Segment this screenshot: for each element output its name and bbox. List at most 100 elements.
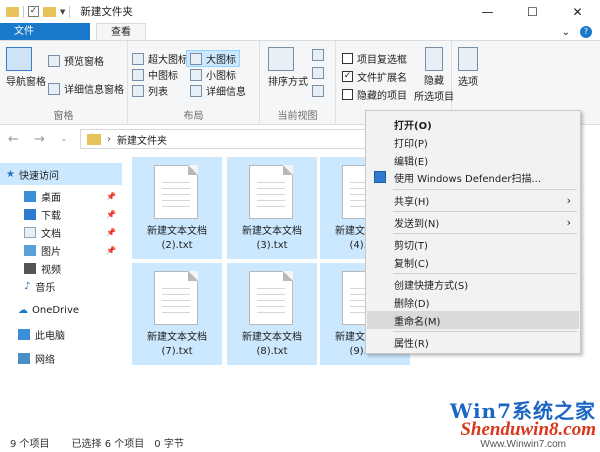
details-icon — [190, 84, 202, 97]
checkbox-unchecked-icon — [342, 89, 353, 100]
recent-locations-icon[interactable]: ⌄ — [60, 134, 78, 144]
preview-pane-icon — [48, 54, 60, 67]
nav-pane-label: 导航窗格 — [6, 77, 46, 88]
medium-icons-icon — [132, 68, 144, 81]
hidden-items-toggle[interactable]: 隐藏的项目 — [342, 87, 407, 102]
pane-group: 导航窗格 预览窗格 详细信息窗格 窗格 — [0, 41, 128, 125]
sidebar-item-this-pc[interactable]: 此电脑 — [0, 323, 122, 345]
sidebar-item-label: 此电脑 — [35, 330, 65, 342]
layout-group-label: 布局 — [183, 111, 204, 122]
sidebar-item-label: 视频 — [41, 264, 61, 276]
options-button[interactable]: 选项 — [458, 47, 478, 88]
medium-icons-label: 中图标 — [148, 71, 178, 82]
small-icons-button[interactable]: 小图标 — [190, 67, 236, 82]
sidebar-item-network[interactable]: 网络 — [0, 347, 122, 369]
details-button[interactable]: 详细信息 — [190, 83, 246, 98]
options-label: 选项 — [458, 77, 478, 88]
size-columns-button[interactable] — [312, 85, 324, 97]
add-columns-icon — [312, 67, 324, 79]
hide-selected-button[interactable]: 隐藏 所选项目 — [414, 47, 454, 103]
menu-item-copy[interactable]: 复制(C) — [367, 253, 579, 271]
forward-arrow-icon[interactable]: → — [34, 132, 52, 147]
details-pane-button[interactable]: 详细信息窗格 — [48, 81, 124, 96]
menu-item-send-to[interactable]: 发送到(N) › — [367, 213, 579, 231]
minimize-button[interactable]: — — [465, 0, 510, 23]
list-icon — [132, 84, 144, 97]
menu-item-delete[interactable]: 删除(D) — [367, 293, 579, 311]
desktop-icon — [24, 190, 36, 202]
group-by-button[interactable] — [312, 49, 324, 61]
ribbon-tabs: 文件 主页 共享 查看 ⌄ ? — [0, 23, 600, 125]
item-count: 9 个项目 — [10, 438, 50, 450]
xlarge-icons-label: 超大图标 — [148, 55, 188, 66]
large-icons-button[interactable]: 大图标 — [186, 50, 240, 67]
sort-by-button[interactable]: 排序方式 — [268, 47, 308, 88]
file-item[interactable]: 新建文本文档 (8).txt — [227, 263, 317, 365]
menu-item-open[interactable]: 打开(O) — [367, 115, 579, 133]
menu-item-rename[interactable]: 重命名(M) — [367, 311, 579, 329]
videos-icon — [24, 262, 36, 274]
folder-icon — [87, 133, 101, 145]
hide-selected-label-2: 所选项目 — [414, 92, 454, 103]
menu-item-print[interactable]: 打印(P) — [367, 133, 579, 151]
customize-dropdown-icon[interactable]: ▼ — [60, 8, 65, 16]
file-item[interactable]: 新建文本文档 (3).txt — [227, 157, 317, 259]
back-arrow-icon[interactable]: ← — [8, 132, 26, 147]
submenu-arrow-icon: › — [566, 193, 571, 207]
properties-icon[interactable]: ✓ — [28, 6, 39, 17]
new-folder-icon[interactable] — [43, 6, 56, 17]
window-title: 新建文件夹 — [80, 6, 133, 18]
large-icons-icon — [190, 52, 202, 65]
sort-by-icon — [268, 47, 294, 71]
tab-view[interactable]: 查看 — [96, 23, 146, 41]
current-view-group-label: 当前视图 — [277, 111, 318, 122]
sidebar-item-quick-access[interactable]: ★ 快速访问 — [0, 163, 122, 185]
preview-pane-button[interactable]: 预览窗格 — [48, 53, 104, 68]
add-columns-button[interactable] — [312, 67, 324, 79]
quick-access-toolbar: ✓ ▼ — [0, 5, 71, 18]
medium-icons-button[interactable]: 中图标 — [132, 67, 178, 82]
expand-ribbon-icon[interactable]: ⌄ — [562, 27, 570, 38]
menu-item-create-shortcut[interactable]: 创建快捷方式(S) — [367, 275, 579, 293]
file-extensions-toggle[interactable]: ✓ 文件扩展名 — [342, 69, 407, 84]
menu-item-share[interactable]: 共享(H) › — [367, 191, 579, 209]
help-icon[interactable]: ? — [580, 26, 592, 38]
pictures-icon — [24, 244, 36, 256]
watermark-site: Shenduwin8.com — [460, 419, 596, 440]
computer-icon — [18, 328, 30, 340]
address-bar[interactable]: › 新建文件夹 — [80, 129, 370, 149]
file-name: 新建文本文档 (8).txt — [242, 332, 302, 357]
maximize-button[interactable]: ☐ — [510, 0, 555, 23]
divider — [69, 5, 71, 18]
nav-pane-button[interactable]: 导航窗格 — [6, 47, 46, 88]
pane-group-label: 窗格 — [53, 111, 74, 122]
menu-divider — [393, 189, 577, 190]
breadcrumb: 新建文件夹 — [117, 135, 167, 147]
selection-count: 已选择 6 个项目 — [71, 438, 145, 450]
hide-selected-icon — [425, 47, 443, 71]
list-button[interactable]: 列表 — [132, 83, 168, 98]
sidebar-item-music[interactable]: ♪ 音乐 — [0, 275, 122, 297]
pin-icon: 📌 — [106, 245, 116, 255]
file-item[interactable]: 新建文本文档 (2).txt — [132, 157, 222, 259]
network-icon — [18, 352, 30, 364]
sidebar-item-label: 快速访问 — [18, 170, 59, 182]
sidebar-item-label: 下载 — [41, 210, 61, 222]
file-item[interactable]: 新建文本文档 (7).txt — [132, 263, 222, 365]
sidebar-item-label: 音乐 — [35, 282, 56, 294]
context-menu: 打开(O) 打印(P) 编辑(E) 使用 Windows Defender扫描.… — [365, 110, 581, 354]
submenu-arrow-icon: › — [566, 215, 571, 229]
item-checkboxes-toggle[interactable]: 项目复选框 — [342, 51, 407, 66]
menu-item-edit[interactable]: 编辑(E) — [367, 151, 579, 169]
menu-divider — [393, 331, 577, 332]
hidden-items-label: 隐藏的项目 — [357, 91, 407, 102]
music-icon: ♪ — [24, 280, 31, 292]
menu-item-cut[interactable]: 剪切(T) — [367, 235, 579, 253]
xlarge-icons-button[interactable]: 超大图标 — [132, 51, 188, 66]
menu-item-defender-scan[interactable]: 使用 Windows Defender扫描... — [367, 168, 579, 186]
text-file-icon — [249, 165, 293, 219]
sidebar-item-onedrive[interactable]: ☁ OneDrive — [0, 299, 122, 321]
menu-item-properties[interactable]: 属性(R) — [367, 333, 579, 351]
details-pane-label: 详细信息窗格 — [64, 85, 124, 96]
close-button[interactable]: ✕ — [555, 0, 600, 23]
